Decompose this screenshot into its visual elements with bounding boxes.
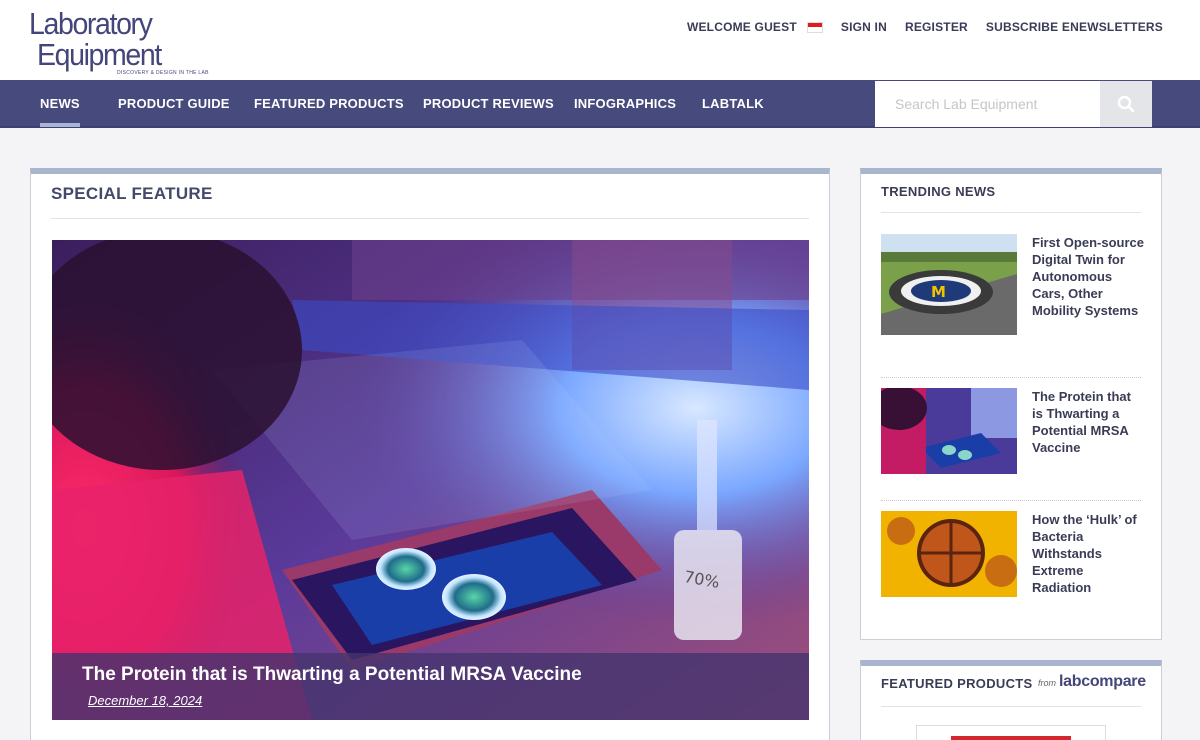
main-nav: NEWS PRODUCT GUIDE FEATURED PRODUCTS PRO…: [0, 80, 1200, 128]
trending-title: TRENDING NEWS: [881, 184, 996, 199]
section-title: SPECIAL FEATURE: [51, 184, 213, 203]
nav-featured-products[interactable]: FEATURED PRODUCTS: [254, 80, 404, 128]
search-input[interactable]: [875, 81, 1100, 127]
trending-thumbnail[interactable]: [881, 388, 1017, 474]
trending-thumbnail[interactable]: [881, 511, 1017, 597]
svg-text:M: M: [931, 283, 946, 301]
featured-products-card: FEATURED PRODUCTS from labcompare: [860, 660, 1162, 740]
trending-thumbnail[interactable]: M: [881, 234, 1017, 335]
featured-title: FEATURED PRODUCTS: [881, 676, 1033, 691]
divider: [881, 212, 1141, 213]
hero-image: 70%: [52, 240, 809, 720]
nav-product-reviews[interactable]: PRODUCT REVIEWS: [423, 80, 554, 128]
hero-date[interactable]: December 18, 2024: [88, 693, 202, 708]
divider: [881, 706, 1141, 707]
nav-product-guide[interactable]: PRODUCT GUIDE: [118, 80, 230, 128]
account-links: WELCOME GUEST SIGN IN REGISTER SUBSCRIBE…: [687, 20, 1163, 34]
labcompare-logo[interactable]: labcompare: [1059, 673, 1146, 691]
nav-news[interactable]: NEWS: [40, 80, 80, 128]
from-label: from: [1038, 678, 1056, 688]
featured-product-thumbnail[interactable]: [916, 725, 1106, 740]
sign-in-link[interactable]: SIGN IN: [841, 20, 887, 34]
nav-labtalk[interactable]: LABTALK: [702, 80, 764, 128]
hero-title[interactable]: The Protein that is Thwarting a Potentia…: [82, 664, 582, 686]
special-feature-card: SPECIAL FEATURE 70% The Protein that is …: [30, 168, 830, 740]
logo-line2: Equipment: [37, 37, 162, 72]
site-logo[interactable]: Laboratory Equipment DISCOVERY & DESIGN …: [29, 6, 208, 76]
hero-caption: The Protein that is Thwarting a Potentia…: [52, 653, 809, 720]
divider: [51, 218, 809, 219]
site-header: Laboratory Equipment DISCOVERY & DESIGN …: [0, 0, 1200, 80]
welcome-text: WELCOME GUEST: [686, 20, 797, 34]
hero-article[interactable]: 70% The Protein that is Thwarting a Pote…: [52, 240, 809, 720]
divider: [881, 377, 1141, 378]
nav-infographics[interactable]: INFOGRAPHICS: [574, 80, 676, 128]
subscribe-link[interactable]: SUBSCRIBE ENEWSLETTERS: [986, 20, 1163, 34]
search-icon: [1117, 95, 1135, 113]
trending-news-card: TRENDING NEWS M First Open-source Digita…: [860, 168, 1162, 640]
divider: [881, 500, 1141, 501]
trending-item-title[interactable]: How the ‘Hulk’ of Bacteria Withstands Ex…: [1032, 511, 1144, 596]
register-link[interactable]: REGISTER: [905, 20, 968, 34]
search-button[interactable]: [1100, 81, 1152, 127]
trending-item-title[interactable]: First Open-source Digital Twin for Auton…: [1032, 234, 1144, 319]
trending-item-title[interactable]: The Protein that is Thwarting a Potentia…: [1032, 388, 1144, 456]
logo-line1: Laboratory: [29, 6, 153, 41]
logo-tagline: DISCOVERY & DESIGN IN THE LAB: [117, 70, 209, 76]
search-box: [875, 81, 1152, 127]
singapore-flag-icon[interactable]: [806, 21, 823, 33]
